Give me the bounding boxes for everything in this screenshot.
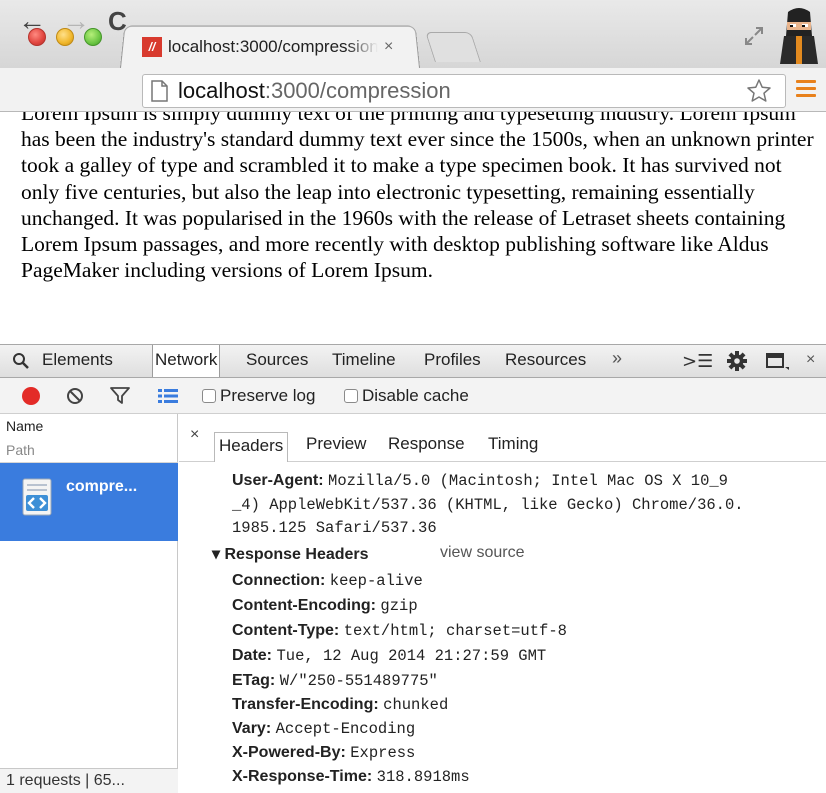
response-headers-title: Response Headers bbox=[224, 546, 369, 563]
reload-button[interactable]: C bbox=[108, 6, 127, 36]
tab-headers[interactable]: Headers bbox=[214, 432, 289, 462]
request-summary: 1 requests | 65... bbox=[6, 772, 125, 789]
column-path-header: Path bbox=[6, 442, 35, 458]
tab-timing[interactable]: Timing bbox=[488, 434, 538, 454]
tab-resources[interactable]: Resources bbox=[505, 350, 586, 370]
response-header-row: Transfer-Encoding: chunked bbox=[232, 696, 448, 714]
tab-title: localhost:3000/compression bbox=[168, 37, 378, 56]
header-value: W/"250-551489775" bbox=[279, 672, 438, 690]
header-value-continued: _4) AppleWebKit/537.36 (KHTML, like Geck… bbox=[232, 496, 744, 514]
header-value: gzip bbox=[380, 597, 418, 615]
header-value: Accept-Encoding bbox=[275, 720, 416, 738]
header-name: X-Response-Time: bbox=[232, 768, 373, 785]
response-header-row: Connection: keep-alive bbox=[232, 572, 423, 590]
response-header-row: X-Response-Time: 318.8918ms bbox=[232, 768, 470, 786]
tab-timeline[interactable]: Timeline bbox=[332, 350, 396, 370]
devtools-close-icon[interactable]: × bbox=[806, 351, 815, 369]
lorem-paragraph: Lorem Ipsum is simply dummy text of the … bbox=[21, 112, 814, 283]
preserve-log-checkbox[interactable]: Preserve log bbox=[202, 386, 315, 406]
detail-close-icon[interactable]: × bbox=[190, 426, 199, 444]
forward-button[interactable]: → bbox=[62, 6, 90, 36]
header-name: X-Powered-By: bbox=[232, 744, 346, 761]
header-name: Content-Type: bbox=[232, 622, 340, 639]
page-viewport: Lorem Ipsum is simply dummy text of the … bbox=[0, 112, 826, 344]
header-value: keep-alive bbox=[329, 572, 423, 590]
url-path: :3000/compression bbox=[264, 78, 451, 103]
header-value: 318.8918ms bbox=[376, 768, 470, 786]
filter-icon[interactable] bbox=[110, 387, 130, 405]
disable-cache-checkbox[interactable]: Disable cache bbox=[344, 386, 469, 406]
header-name: Content-Encoding: bbox=[232, 597, 376, 614]
preserve-log-box[interactable] bbox=[202, 389, 216, 403]
header-name: ETag: bbox=[232, 672, 276, 689]
disable-cache-box[interactable] bbox=[344, 389, 358, 403]
response-headers-toggle[interactable]: ▾ Response Headers bbox=[212, 544, 369, 564]
tab-elements[interactable]: Elements bbox=[42, 350, 113, 370]
request-name[interactable]: compre... bbox=[66, 478, 137, 496]
record-icon[interactable] bbox=[22, 387, 40, 405]
header-name: Connection: bbox=[232, 572, 326, 589]
response-header-row: ETag: W/"250-551489775" bbox=[232, 672, 438, 690]
header-value: Mozilla/5.0 (Macintosh; Intel Mac OS X 1… bbox=[328, 472, 728, 490]
new-tab-button[interactable] bbox=[425, 32, 481, 62]
header-value-continued: 1985.125 Safari/537.36 bbox=[232, 519, 437, 537]
header-value: Tue, 12 Aug 2014 21:27:59 GMT bbox=[276, 647, 547, 665]
tab-profiles[interactable]: Profiles bbox=[424, 350, 481, 370]
header-name: Vary: bbox=[232, 720, 272, 737]
tab-close-icon[interactable]: × bbox=[384, 38, 393, 56]
response-header-row: Date: Tue, 12 Aug 2014 21:27:59 GMT bbox=[232, 647, 546, 665]
clear-icon[interactable] bbox=[66, 387, 84, 405]
back-button[interactable]: ← bbox=[18, 6, 46, 36]
list-view-icon[interactable] bbox=[158, 388, 178, 404]
header-name: User-Agent: bbox=[232, 472, 324, 489]
browser-tab-content[interactable]: // localhost:3000/compression × bbox=[142, 34, 412, 60]
tab-preview[interactable]: Preview bbox=[306, 434, 366, 454]
header-name: Transfer-Encoding: bbox=[232, 696, 379, 713]
response-header-row: X-Powered-By: Express bbox=[232, 744, 415, 762]
gear-icon[interactable] bbox=[726, 350, 748, 372]
header-value: chunked bbox=[383, 696, 449, 714]
chrome-menu-icon[interactable] bbox=[796, 80, 816, 100]
profile-avatar-icon[interactable] bbox=[778, 6, 820, 64]
header-value: text/html; charset=utf-8 bbox=[343, 622, 567, 640]
tab-network[interactable]: Network bbox=[152, 345, 221, 377]
html-file-icon bbox=[22, 478, 52, 516]
response-header-row: Vary: Accept-Encoding bbox=[232, 720, 415, 738]
view-source-link[interactable]: view source bbox=[440, 544, 524, 562]
tab-sources[interactable]: Sources bbox=[246, 350, 308, 370]
console-drawer-icon[interactable]: >☰ bbox=[682, 351, 713, 372]
tab-response[interactable]: Response bbox=[388, 434, 465, 454]
header-name: Date: bbox=[232, 647, 273, 664]
fullscreen-icon[interactable] bbox=[742, 24, 766, 48]
response-header-row: Content-Encoding: gzip bbox=[232, 597, 418, 615]
header-value: Express bbox=[350, 744, 416, 762]
response-header-row: Content-Type: text/html; charset=utf-8 bbox=[232, 622, 567, 640]
dock-side-icon[interactable] bbox=[766, 351, 790, 371]
preserve-log-label: Preserve log bbox=[220, 386, 316, 405]
page-icon bbox=[151, 80, 168, 102]
url-text[interactable]: localhost:3000/compression bbox=[178, 78, 451, 104]
bookmark-star-icon[interactable] bbox=[746, 78, 772, 104]
disable-cache-label: Disable cache bbox=[362, 386, 469, 405]
search-icon[interactable] bbox=[12, 352, 30, 370]
more-tabs-button[interactable]: » bbox=[612, 348, 622, 369]
favicon-icon: // bbox=[142, 37, 162, 57]
url-host: localhost bbox=[178, 78, 265, 103]
column-name-header[interactable]: Name bbox=[6, 418, 43, 434]
header-user-agent: User-Agent: Mozilla/5.0 (Macintosh; Inte… bbox=[232, 472, 728, 490]
